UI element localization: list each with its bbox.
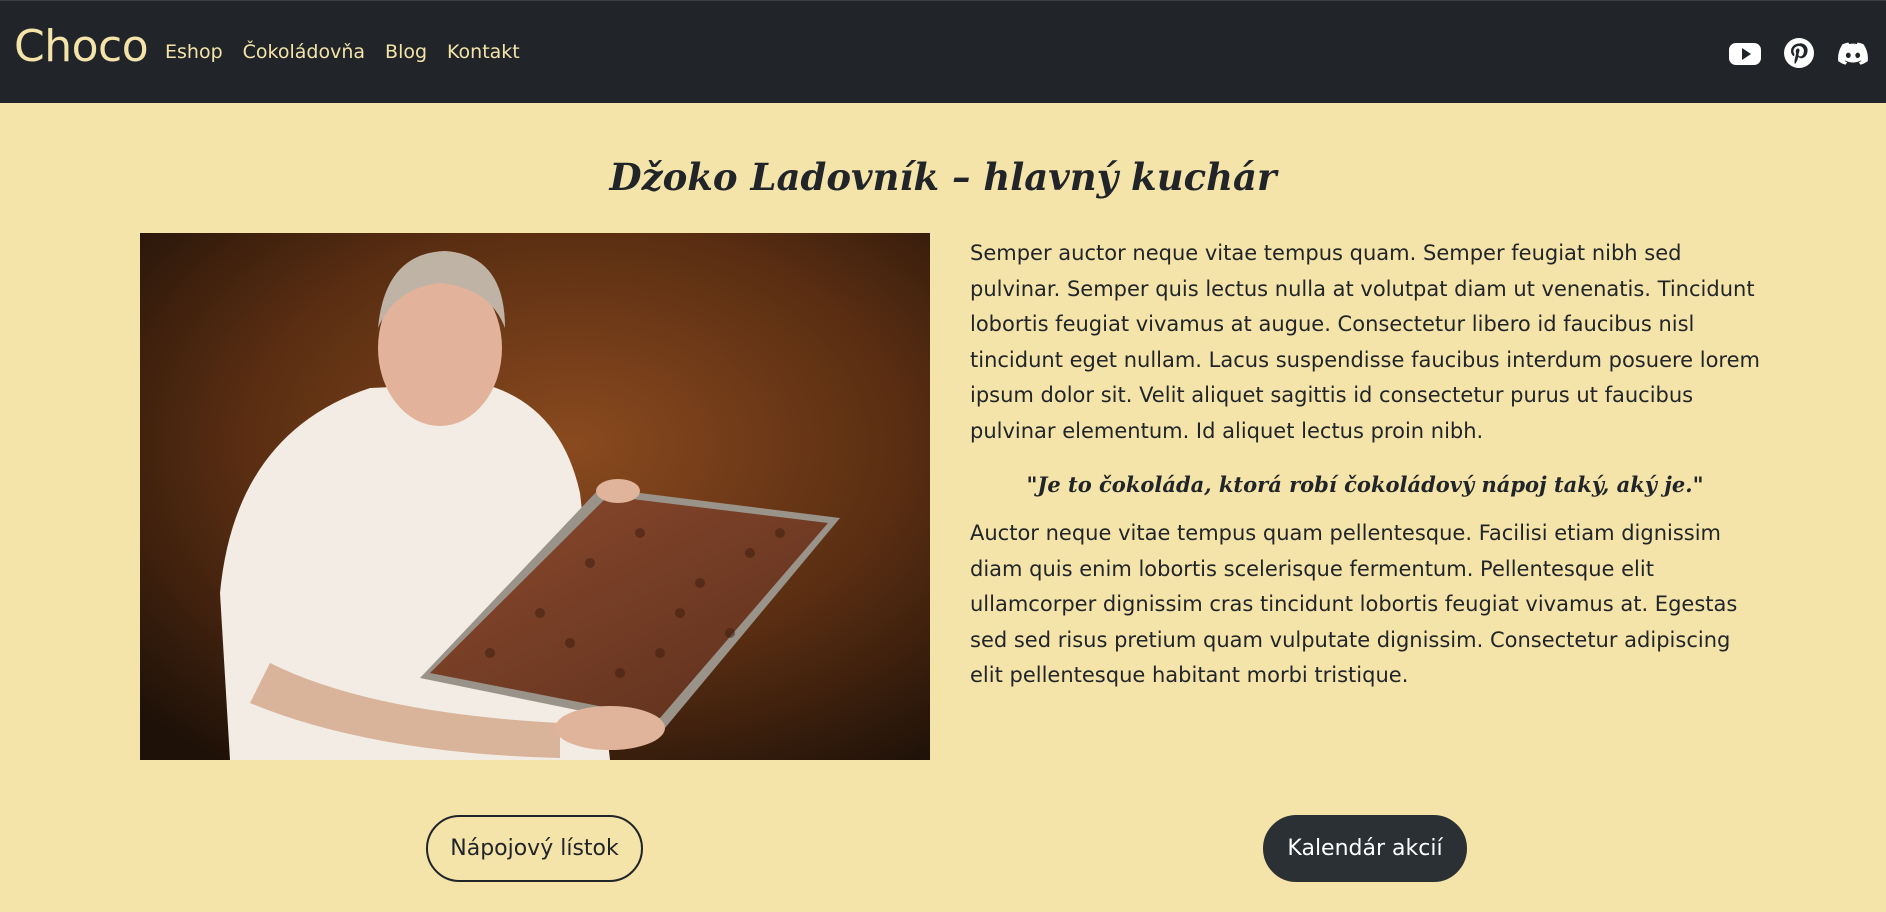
youtube-icon[interactable] — [1728, 37, 1762, 69]
pinterest-icon[interactable] — [1782, 37, 1816, 69]
chef-description: Semper auctor neque vitae tempus quam. S… — [970, 236, 1760, 694]
chef-quote: "Je to čokoláda, ktorá robí čokoládový n… — [1026, 472, 1704, 497]
chef-photo — [140, 233, 930, 760]
nav-link-cokoladovna[interactable]: Čokoládovňa — [243, 41, 365, 64]
events-calendar-button[interactable]: Kalendár akcií — [1263, 815, 1467, 882]
description-paragraph-2: Auctor neque vitae tempus quam pellentes… — [970, 521, 1738, 687]
social-links — [1728, 37, 1870, 69]
page-title: Džoko Ladovník – hlavný kuchár — [609, 155, 1277, 199]
nav-link-blog[interactable]: Blog — [385, 41, 427, 64]
top-navbar: Choco Eshop Čokoládovňa Blog Kontakt — [0, 0, 1886, 103]
description-paragraph-1: Semper auctor neque vitae tempus quam. S… — [970, 241, 1760, 443]
discord-icon[interactable] — [1836, 37, 1870, 69]
nav-link-kontakt[interactable]: Kontakt — [447, 41, 520, 64]
brand-logo[interactable]: Choco — [14, 25, 149, 69]
drink-menu-button[interactable]: Nápojový lístok — [426, 815, 643, 882]
nav-link-eshop[interactable]: Eshop — [165, 41, 223, 64]
nav-links: Eshop Čokoládovňa Blog Kontakt — [165, 41, 520, 64]
